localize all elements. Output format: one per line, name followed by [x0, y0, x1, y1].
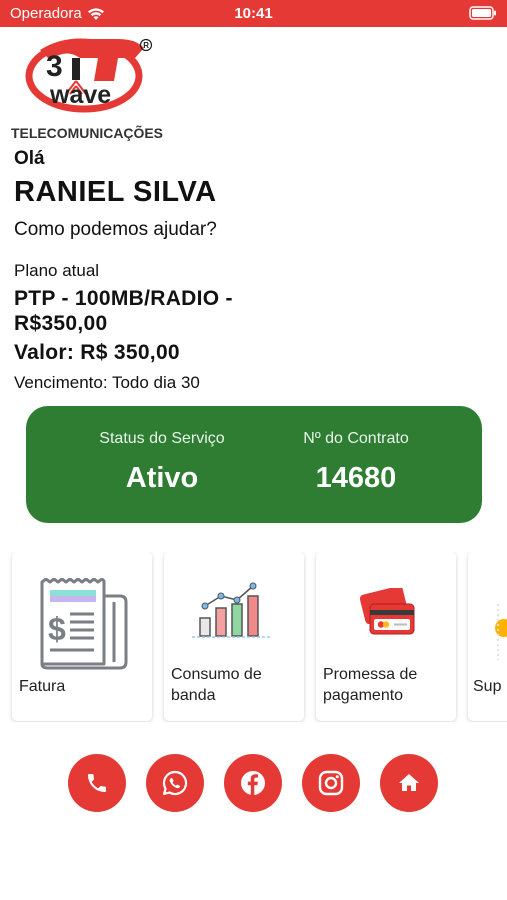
home-icon — [399, 774, 419, 791]
company-logo: 3 wave R TELECOMUNICAÇÕES — [10, 36, 170, 141]
whatsapp-icon — [162, 770, 188, 796]
help-prompt: Como podemos ajudar? — [14, 219, 217, 240]
service-status-card: Status do Serviço Ativo Nº do Contrato 1… — [26, 406, 482, 523]
svg-text:$: $ — [48, 611, 66, 647]
svg-text:R: R — [143, 41, 149, 50]
tile-bandwidth-usage[interactable]: Consumo de banda — [164, 552, 304, 721]
facebook-button[interactable] — [224, 754, 282, 812]
tile-bandwidth-usage-label: Consumo de banda — [171, 666, 262, 704]
phone-icon — [88, 774, 106, 792]
plan-name: PTP - 100MB/RADIO - R$350,00 — [14, 287, 233, 335]
plan-label: Plano atual — [14, 261, 100, 280]
contract-number-label: Nº do Contrato — [303, 430, 409, 447]
credit-card-icon — [359, 588, 415, 635]
invoice-icon: $ — [40, 578, 128, 670]
logo-subtitle: TELECOMUNICAÇÕES — [11, 124, 163, 141]
tile-support-label: Sup — [473, 678, 502, 695]
phone-button[interactable] — [68, 754, 126, 812]
home-button[interactable] — [380, 754, 438, 812]
tile-payment-promise[interactable]: Promessa de pagamento — [316, 552, 456, 721]
battery-icon — [469, 6, 497, 24]
svg-text:3: 3 — [46, 50, 63, 83]
bar-chart-icon — [192, 582, 270, 638]
status-bar: Operadora 10:41 — [0, 0, 507, 27]
plan-due-date: Vencimento: Todo dia 30 — [14, 373, 200, 392]
contract-number-value: 14680 — [315, 462, 397, 494]
plan-value: Valor: R$ 350,00 — [14, 341, 180, 364]
logo-wordmark: wave — [49, 81, 111, 109]
tile-invoice-label: Fatura — [19, 678, 66, 695]
instagram-button[interactable] — [302, 754, 360, 812]
contract-number: Nº do Contrato 14680 — [242, 406, 470, 495]
greeting-hello: Olá — [14, 148, 45, 169]
instagram-icon — [318, 770, 344, 796]
whatsapp-button[interactable] — [146, 754, 204, 812]
clock: 10:41 — [234, 5, 273, 22]
tile-invoice[interactable]: $ Fatura — [12, 552, 152, 721]
contact-buttons — [0, 754, 507, 814]
tile-payment-promise-label: Promessa de pagamento — [323, 666, 418, 704]
tile-support[interactable]: Sup — [468, 552, 507, 721]
feature-tiles[interactable]: $ Fatura Consumo de banda Promessa de pa… — [0, 552, 507, 722]
facebook-icon — [241, 771, 265, 795]
customer-name: RANIEL SILVA — [14, 176, 217, 208]
support-icon — [495, 604, 507, 660]
